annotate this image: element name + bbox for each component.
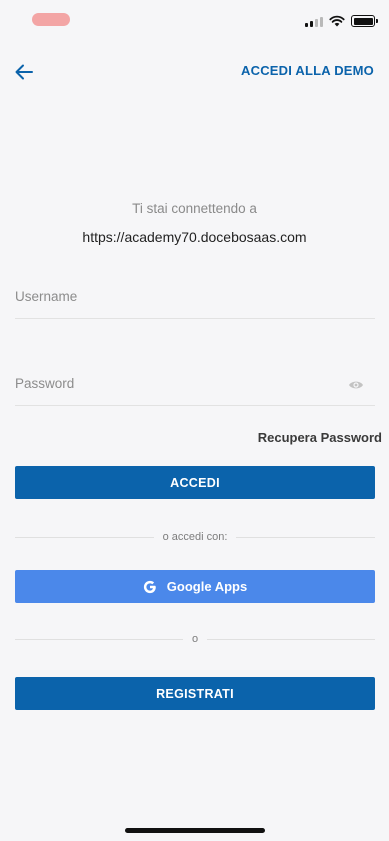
google-g-icon bbox=[143, 580, 156, 593]
divider-line-left bbox=[15, 536, 154, 538]
connection-url: https://academy70.docebosaas.com bbox=[82, 229, 307, 245]
google-apps-button[interactable]: Google Apps bbox=[15, 570, 375, 603]
divider-line-left bbox=[15, 638, 183, 640]
header: ACCEDI ALLA DEMO bbox=[0, 55, 389, 89]
connection-label: Ti stai connettendo a bbox=[132, 201, 257, 216]
username-field-container bbox=[15, 279, 375, 319]
back-button[interactable] bbox=[12, 60, 36, 84]
social-divider-text: o accedi con: bbox=[162, 531, 228, 543]
register-divider-text: o bbox=[191, 633, 199, 645]
home-indicator[interactable] bbox=[125, 828, 265, 833]
status-icons bbox=[305, 14, 378, 28]
recover-password-link[interactable]: Recupera Password bbox=[258, 430, 382, 445]
username-input[interactable] bbox=[15, 279, 375, 318]
login-button[interactable]: ACCEDI bbox=[15, 466, 375, 499]
google-button-label: Google Apps bbox=[166, 579, 248, 594]
password-input[interactable] bbox=[15, 366, 375, 405]
recording-indicator bbox=[32, 13, 70, 26]
eye-icon[interactable] bbox=[348, 378, 364, 392]
register-button[interactable]: REGISTRATI bbox=[15, 677, 375, 710]
divider-line-right bbox=[236, 536, 376, 538]
demo-access-link[interactable]: ACCEDI ALLA DEMO bbox=[241, 63, 374, 78]
social-divider: o accedi con: bbox=[15, 530, 376, 544]
register-divider: o bbox=[15, 632, 375, 646]
arrow-left-icon bbox=[15, 64, 33, 80]
password-field-container bbox=[15, 366, 375, 406]
status-bar bbox=[0, 0, 389, 40]
wifi-icon bbox=[329, 15, 345, 27]
divider-line-right bbox=[207, 638, 375, 640]
cellular-signal-icon bbox=[305, 16, 323, 27]
battery-icon bbox=[351, 15, 378, 27]
